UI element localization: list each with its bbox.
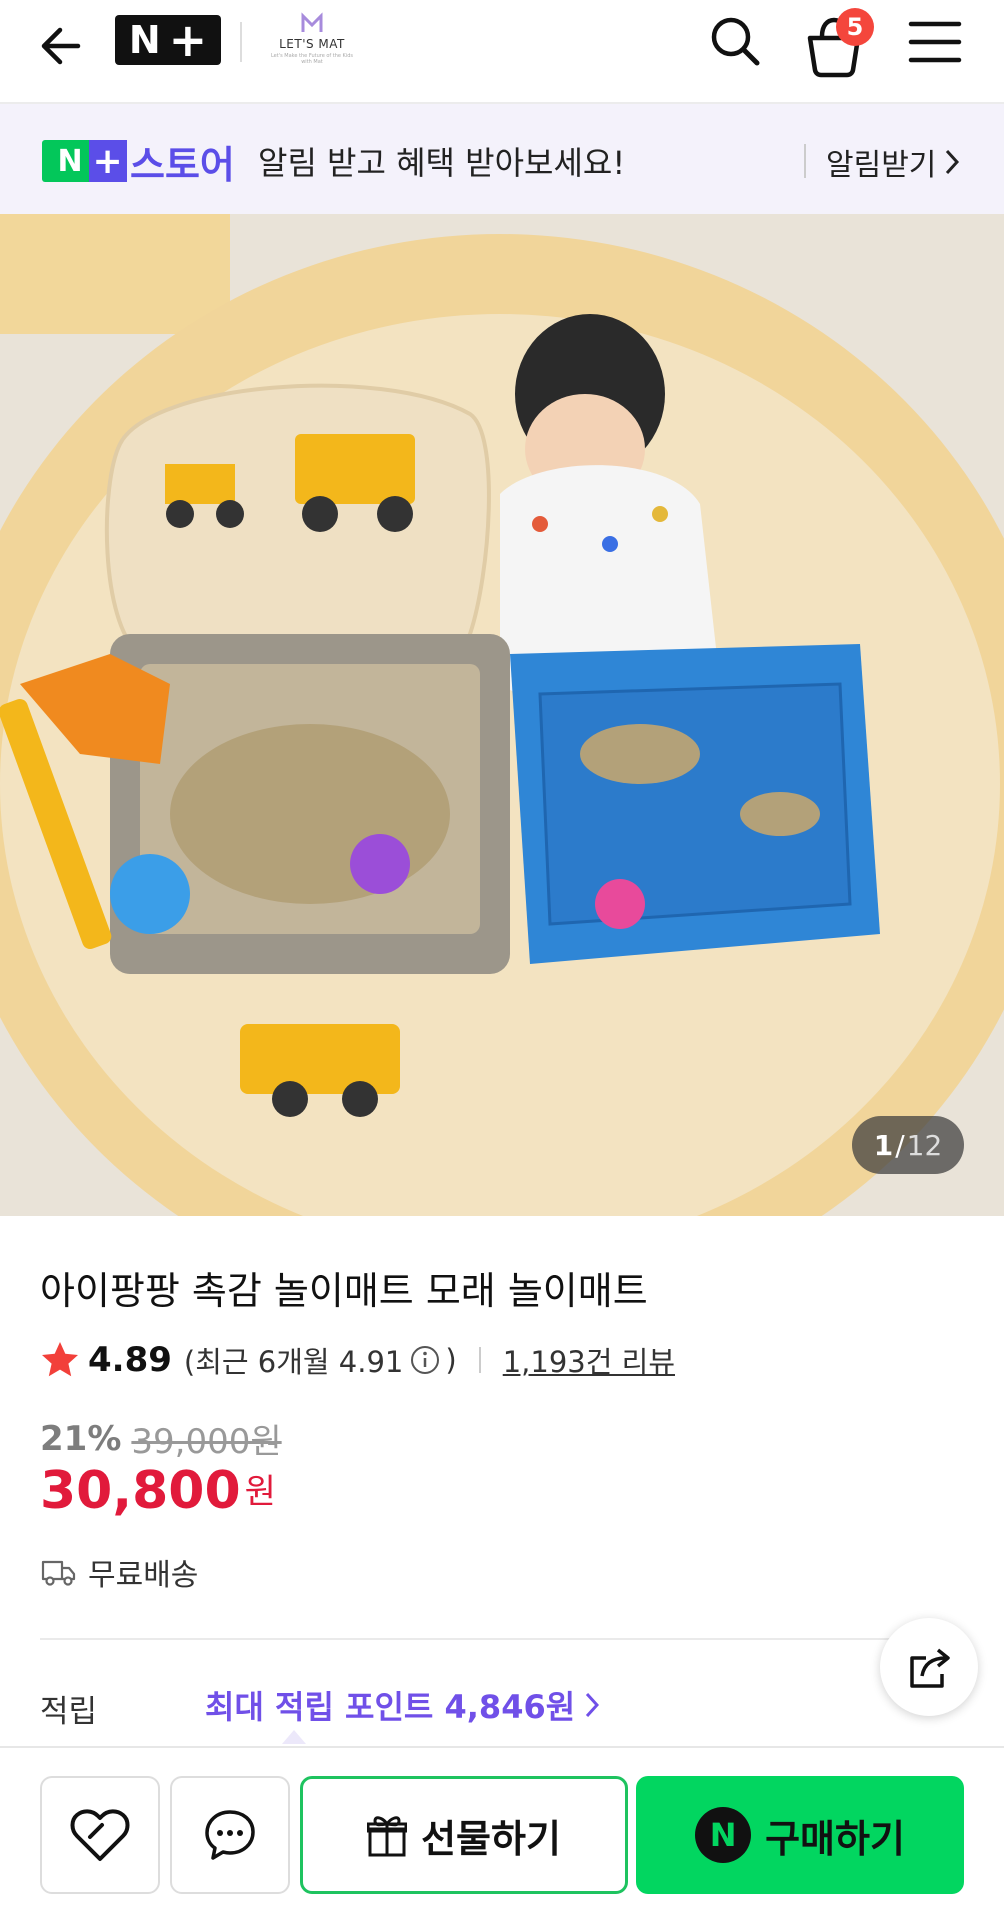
- cart-button[interactable]: 5: [804, 8, 874, 78]
- points-row[interactable]: 적립 최대 적립 포인트 4,846원: [40, 1682, 964, 1730]
- sale-price: 30,800 원: [40, 1464, 276, 1517]
- store-logo-subtext: Let's Make the Future of the Kids with M…: [270, 53, 354, 65]
- gift-box-icon: [367, 1816, 408, 1857]
- naver-plus-store-badge-plus: +: [88, 140, 127, 182]
- rating-score: 4.89: [88, 1340, 172, 1380]
- share-icon: [910, 1648, 950, 1688]
- max-points-value: 최대 적립 포인트 4,846원: [205, 1688, 576, 1726]
- naver-plus-store-badge: N +: [42, 140, 127, 182]
- recent-rating-close: ): [445, 1343, 457, 1377]
- store-logo-text: LET'S MAT: [279, 37, 345, 51]
- search-icon[interactable]: [706, 12, 764, 70]
- review-count-link[interactable]: 1,193건 리뷰: [503, 1339, 675, 1381]
- image-total-count: 12: [906, 1128, 943, 1162]
- share-button[interactable]: [880, 1618, 978, 1716]
- rating-row: 4.89 (최근 6개월 4.91 ) 1,193건 리뷰: [40, 1336, 675, 1384]
- back-arrow-icon[interactable]: [34, 18, 90, 74]
- product-title: 아이팡팡 촉감 놀이매트 모래 놀이매트: [40, 1269, 648, 1313]
- buy-button-label: 구매하기: [765, 1816, 905, 1861]
- heart-icon: [70, 1809, 130, 1861]
- image-pagination-counter: 1 / 12: [852, 1116, 964, 1174]
- points-label: 적립: [40, 1694, 98, 1730]
- naver-plus-logo[interactable]: N +: [115, 15, 221, 65]
- wishlist-button[interactable]: [40, 1776, 160, 1894]
- gift-button-label: 선물하기: [421, 1816, 561, 1861]
- naver-plus-logo-plus: +: [168, 13, 208, 67]
- sale-price-currency: 원: [244, 1472, 276, 1512]
- lets-mat-logo-mark: [301, 12, 323, 32]
- store-label: 스토어: [130, 143, 235, 187]
- discount-row: 21% 39,000원: [40, 1414, 282, 1463]
- recent-rating: (최근 6개월 4.91 ): [184, 1339, 457, 1381]
- recent-rating-text: (최근 6개월 4.91: [183, 1345, 404, 1379]
- product-image[interactable]: [0, 214, 1004, 1216]
- shipping-label: 무료배송: [88, 1558, 199, 1593]
- sale-price-amount: 30,800: [40, 1461, 241, 1521]
- star-icon: [42, 1342, 78, 1377]
- naver-plus-store-badge-n: N: [57, 143, 83, 179]
- discount-rate: 21%: [40, 1418, 122, 1459]
- notification-subscribe-button[interactable]: 알림받기: [826, 140, 960, 184]
- cart-count-badge: 5: [836, 8, 874, 46]
- store-logo[interactable]: LET'S MAT Let's Make the Future of the K…: [268, 12, 356, 68]
- buy-button[interactable]: N 구매하기: [636, 1776, 964, 1894]
- chevron-right-icon: [946, 149, 960, 175]
- chat-button[interactable]: [170, 1776, 290, 1894]
- naver-pay-badge: N: [695, 1807, 752, 1863]
- original-price: 39,000원: [131, 1422, 282, 1462]
- header-divider: [240, 22, 242, 62]
- chevron-right-icon: [586, 1692, 600, 1718]
- notification-message: 알림 받고 혜택 받아보세요!: [258, 144, 626, 182]
- naver-plus-logo-n: N: [128, 18, 161, 62]
- info-icon[interactable]: [409, 1344, 441, 1376]
- tooltip-pointer: [282, 1730, 306, 1744]
- top-navigation-bar: N + LET'S MAT Let's Make the Future of t…: [0, 0, 1004, 104]
- hamburger-menu-icon[interactable]: [908, 18, 962, 66]
- banner-divider: [804, 144, 806, 178]
- store-notification-banner[interactable]: N + 스토어 알림 받고 혜택 받아보세요! 알림받기: [0, 104, 1004, 214]
- max-points-link[interactable]: 최대 적립 포인트 4,846원: [205, 1682, 600, 1728]
- chat-bubble-icon: [205, 1810, 255, 1860]
- image-current-index: 1: [873, 1128, 894, 1162]
- shipping-info: 무료배송: [40, 1550, 198, 1594]
- rating-divider: [478, 1347, 481, 1373]
- notification-subscribe-label: 알림받기: [826, 148, 937, 183]
- image-counter-separator: /: [895, 1128, 905, 1162]
- product-photo-illustration: [0, 214, 1004, 1216]
- section-divider: [40, 1638, 964, 1640]
- delivery-truck-icon: [41, 1560, 76, 1586]
- gift-button[interactable]: 선물하기: [300, 1776, 628, 1894]
